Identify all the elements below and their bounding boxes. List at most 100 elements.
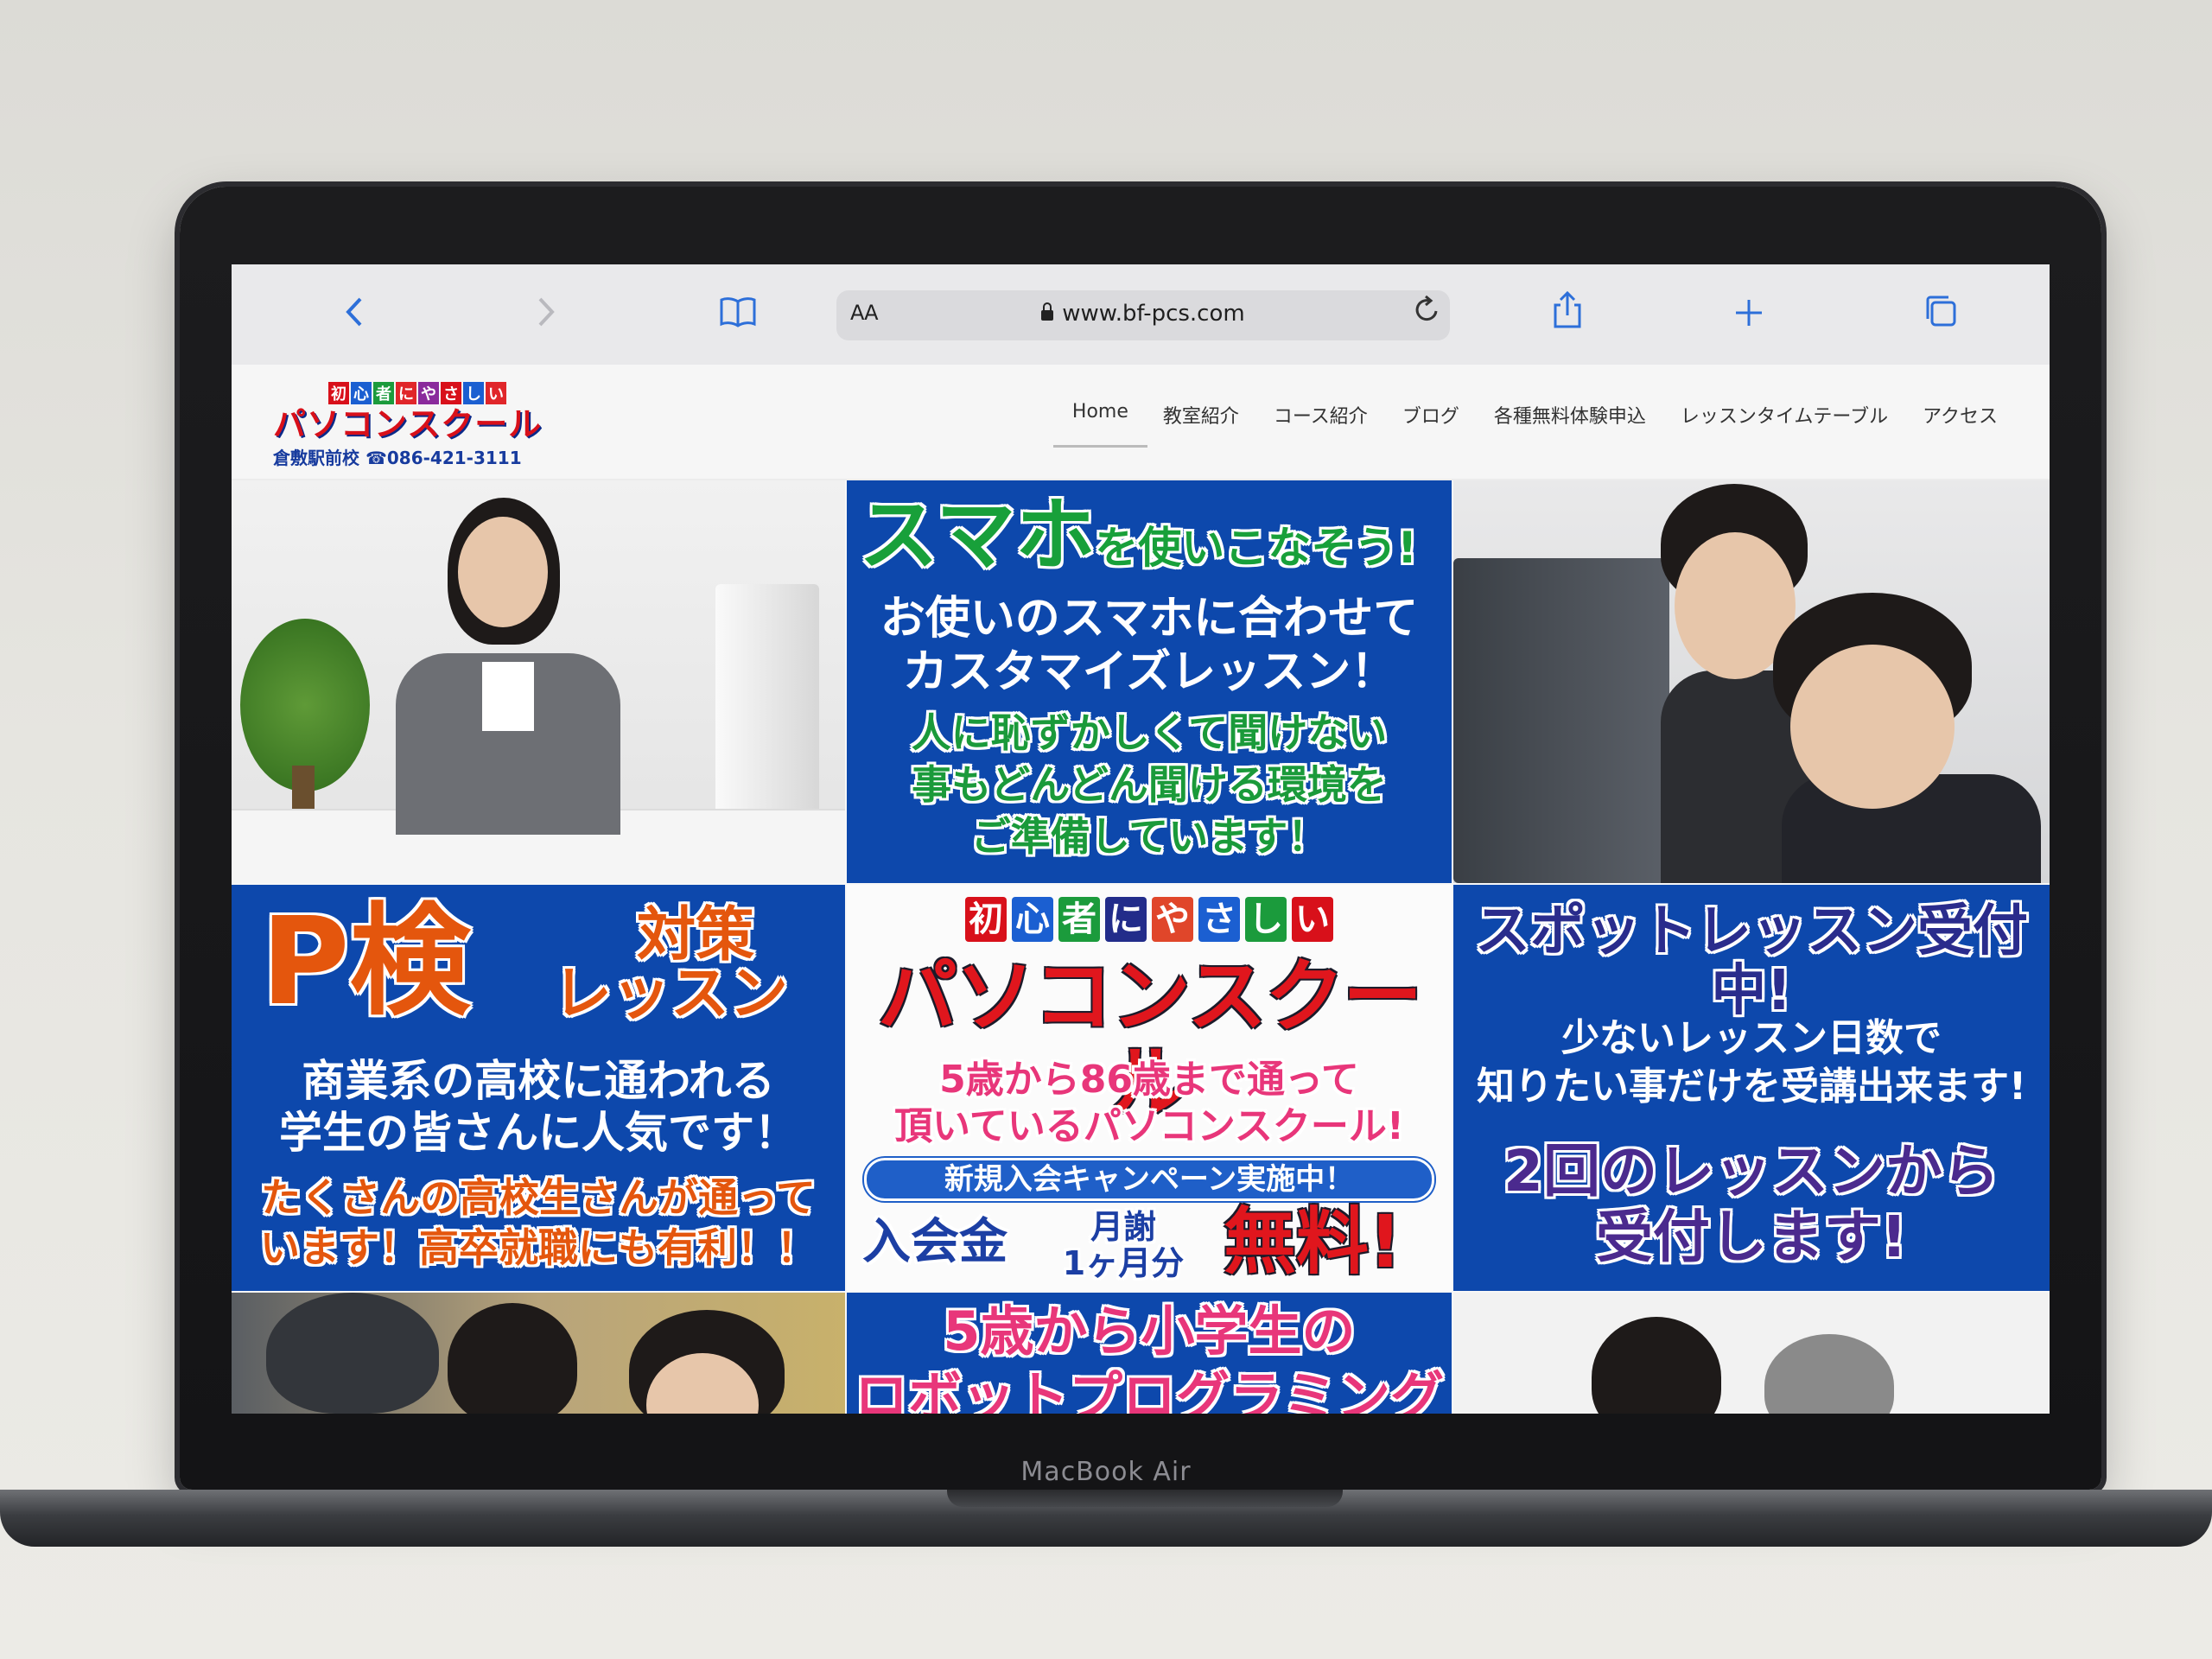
smartphone-line5: ご準備しています！ bbox=[970, 813, 1328, 860]
center-kana-tile: に bbox=[1105, 897, 1147, 942]
center-monthly-line2: 1ヶ月分 bbox=[1062, 1244, 1185, 1282]
nav-courses[interactable]: コース紹介 bbox=[1274, 401, 1368, 451]
nav-free-trial[interactable]: 各種無料体験申込 bbox=[1494, 401, 1646, 451]
logo-name: パソコンスクール bbox=[273, 405, 543, 443]
center-line1: 5歳から86歳まで通って bbox=[939, 1058, 1359, 1102]
photo-adults bbox=[1453, 1293, 2050, 1414]
pken-subtitle1: 対策 bbox=[636, 901, 754, 969]
spot-line3: 2回のレッスンから bbox=[1503, 1138, 1999, 1205]
center-monthly-line1: 月謝 bbox=[1090, 1208, 1156, 1246]
reload-icon bbox=[1415, 295, 1438, 321]
child-cap bbox=[266, 1293, 439, 1414]
share-button[interactable] bbox=[1541, 289, 1593, 340]
center-line2: 頂いているパソコンスクール! bbox=[894, 1104, 1404, 1148]
site-logo[interactable]: 初心者にやさしい パソコンスクール 倉敷駅前校 ☎086-421-3111 bbox=[273, 382, 558, 469]
center-free-label: 無料! bbox=[1224, 1199, 1402, 1284]
logo-tagline-char: い bbox=[486, 382, 506, 404]
pken-line2: 学生の皆さんに人気です！ bbox=[279, 1108, 798, 1158]
logo-tagline-char: や bbox=[418, 382, 439, 404]
center-kana-tile: し bbox=[1245, 897, 1287, 942]
pken-title: P検 bbox=[261, 892, 471, 1033]
child-hair bbox=[448, 1303, 577, 1414]
plus-icon bbox=[1734, 293, 1764, 337]
center-kana-tile: 心 bbox=[1012, 897, 1053, 942]
pken-line4: います！高卒就職にも有利！！ bbox=[260, 1224, 817, 1271]
center-kana-tile: や bbox=[1152, 897, 1193, 942]
laptop-notch bbox=[947, 1490, 1343, 1507]
tabs-overview-button[interactable] bbox=[1915, 289, 1967, 340]
forward-button[interactable] bbox=[520, 289, 572, 340]
device-brand-label: MacBook Air bbox=[1020, 1457, 1192, 1487]
smartphone-title-main: スマホ bbox=[859, 489, 1096, 582]
center-kana-row: 初心者にやさしい bbox=[847, 897, 1452, 942]
site-header: 初心者にやさしい パソコンスクール 倉敷駅前校 ☎086-421-3111 Ho… bbox=[232, 365, 2050, 480]
reload-button[interactable] bbox=[1414, 294, 1441, 333]
banner-pken-lesson[interactable]: P検 対策 レッスン 商業系の高校に通われる 学生の皆さんに人気です！ たくさん… bbox=[232, 885, 845, 1291]
nav-home[interactable]: Home bbox=[1052, 401, 1147, 448]
spot-title: スポットレッスン受付中! bbox=[1475, 899, 2028, 1024]
hero-banner-grid: スマホを使いこなそう! お使いのスマホに合わせて カスタマイズレッスン！ 人に恥… bbox=[232, 480, 2050, 1414]
instructor-shirt bbox=[482, 662, 534, 731]
center-campaign-badge: 新規入会キャンペーン実施中！ bbox=[864, 1158, 1434, 1201]
bookmarks-button[interactable] bbox=[712, 289, 764, 340]
pken-subtitle2: レッスン bbox=[553, 960, 789, 1028]
logo-tagline: 初心者にやさしい bbox=[328, 382, 558, 404]
logo-tagline-char: 心 bbox=[351, 382, 372, 404]
chevron-left-icon bbox=[345, 293, 364, 337]
pken-line3: たくさんの高校生さんが通って bbox=[261, 1174, 816, 1221]
robot-line2: ロボットプログラミング bbox=[854, 1365, 1444, 1414]
smartphone-title: スマホを使いこなそう! bbox=[859, 493, 1417, 578]
pken-line1: 商業系の高校に通われる bbox=[302, 1056, 775, 1106]
new-tab-button[interactable] bbox=[1723, 289, 1775, 340]
photo-children bbox=[232, 1293, 845, 1414]
nav-classroom[interactable]: 教室紹介 bbox=[1163, 401, 1239, 451]
nav-blog[interactable]: ブログ bbox=[1402, 401, 1459, 451]
smartphone-line4: 事もどんどん聞ける環境を bbox=[912, 761, 1387, 808]
smartphone-title-rest: を使いこなそう! bbox=[1095, 523, 1418, 573]
smartphone-line2: カスタマイズレッスン！ bbox=[902, 646, 1396, 698]
smartphone-line3: 人に恥ずかしくて聞けない bbox=[911, 709, 1388, 756]
center-kana-tile: い bbox=[1292, 897, 1333, 942]
adult-hair bbox=[1592, 1317, 1721, 1414]
photo-students bbox=[1453, 480, 2050, 883]
url-text: www.bf-pcs.com bbox=[1062, 301, 1245, 327]
logo-tagline-char: し bbox=[463, 382, 484, 404]
adult-hair-gray bbox=[1764, 1334, 1894, 1414]
center-kana-tile: 者 bbox=[1058, 897, 1100, 942]
banner-school-intro[interactable]: 初心者にやさしい パソコンスクール 5歳から86歳まで通って 頂いているパソコン… bbox=[847, 885, 1452, 1291]
monitor-shape bbox=[715, 584, 819, 817]
nav-access[interactable]: アクセス bbox=[1923, 401, 1998, 451]
chevron-right-icon bbox=[537, 293, 556, 337]
browser-toolbar: AA www.bf-pcs.com bbox=[232, 264, 2050, 366]
logo-tagline-char: に bbox=[396, 382, 416, 404]
logo-tagline-char: さ bbox=[441, 382, 461, 404]
main-nav: Home 教室紹介 コース紹介 ブログ 各種無料体験申込 レッスンタイムテーブル… bbox=[1052, 401, 1998, 451]
lock-icon bbox=[1041, 302, 1054, 321]
banner-smartphone-lesson[interactable]: スマホを使いこなそう! お使いのスマホに合わせて カスタマイズレッスン！ 人に恥… bbox=[847, 480, 1452, 883]
smartphone-line1: お使いのスマホに合わせて bbox=[880, 593, 1419, 645]
back-button[interactable] bbox=[328, 289, 380, 340]
share-icon bbox=[1553, 290, 1582, 339]
logo-branch-phone: 倉敷駅前校 ☎086-421-3111 bbox=[273, 448, 522, 468]
spot-line1: 少ないレッスン日数で bbox=[1561, 1016, 1942, 1060]
robot-line1: 5歳から小学生の bbox=[943, 1300, 1356, 1363]
monitor-shape bbox=[1453, 558, 1669, 883]
screen: AA www.bf-pcs.com 初心者にやさしい パソコンスクール 倉敷駅前… bbox=[232, 264, 2050, 1414]
banner-spot-lesson[interactable]: スポットレッスン受付中! 少ないレッスン日数で 知りたい事だけを受講出来ます! … bbox=[1453, 885, 2050, 1291]
center-kana-tile: さ bbox=[1198, 897, 1240, 942]
banner-robot-programming[interactable]: 5歳から小学生の ロボットプログラミング bbox=[847, 1293, 1452, 1414]
instructor-face bbox=[458, 517, 548, 627]
logo-tagline-char: 初 bbox=[328, 382, 349, 404]
center-kana-tile: 初 bbox=[965, 897, 1007, 942]
nav-timetable[interactable]: レッスンタイムテーブル bbox=[1681, 401, 1888, 451]
photo-instructor bbox=[232, 480, 845, 883]
url-field[interactable]: www.bf-pcs.com bbox=[836, 301, 1450, 327]
boy-face bbox=[1790, 645, 1955, 809]
spot-line2: 知りたい事だけを受講出来ます! bbox=[1476, 1065, 2027, 1109]
center-fee-label: 入会金 bbox=[862, 1214, 1007, 1270]
logo-tagline-char: 者 bbox=[373, 382, 394, 404]
spot-line4: 受付します! bbox=[1595, 1204, 1908, 1270]
tabs-icon bbox=[1924, 293, 1957, 337]
address-bar[interactable]: AA www.bf-pcs.com bbox=[836, 290, 1450, 340]
book-icon bbox=[719, 293, 757, 337]
